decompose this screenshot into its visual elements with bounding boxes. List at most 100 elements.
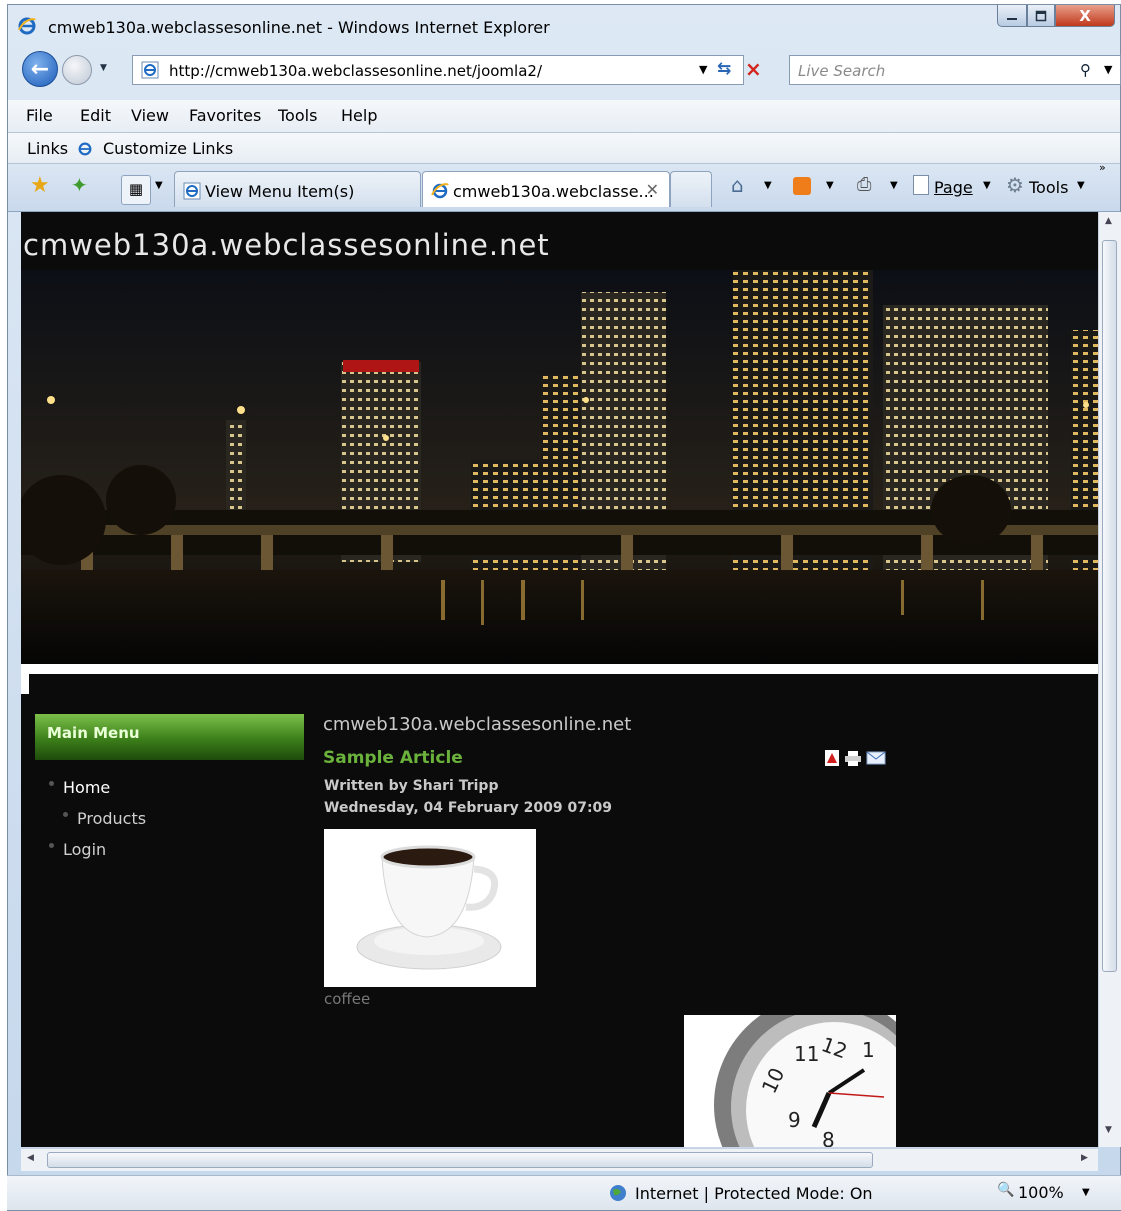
horizontal-scrollbar[interactable]: ◀ ▶ [21, 1148, 1098, 1171]
back-button[interactable]: ← [22, 51, 58, 87]
address-row: ← ▼ http://cmweb130a.webclassesonline.ne… [8, 45, 1121, 95]
menu-item-label[interactable]: Home [63, 778, 110, 797]
main-menu-header: Main Menu [35, 714, 304, 760]
menu-item-products[interactable]: Products [63, 809, 146, 828]
print-dropdown-icon[interactable]: ▼ [890, 180, 898, 191]
scroll-right-icon[interactable]: ▶ [1081, 1153, 1088, 1163]
add-favorites-icon[interactable]: ✦ [71, 173, 88, 197]
title-bar: cmweb130a.webclassesonline.net - Windows… [8, 5, 1120, 45]
menu-file[interactable]: File [26, 106, 53, 125]
tab-label[interactable]: View Menu Item(s) [205, 182, 354, 201]
tab-view-menu-items[interactable]: View Menu Item(s) [174, 171, 421, 207]
search-box[interactable]: Live Search ⚲ ▼ [789, 55, 1121, 85]
maximize-icon [1035, 10, 1047, 21]
main-menu-title: Main Menu [47, 724, 140, 742]
close-tab-icon[interactable]: ✕ [646, 180, 659, 199]
bullet-icon [63, 812, 68, 817]
tab-bar: ★ ✦ ▦ ▼ View Menu Item(s) cmweb130a.webc… [8, 161, 1120, 212]
tab-list-dropdown-icon[interactable]: ▼ [155, 180, 163, 191]
forward-button[interactable] [62, 55, 92, 85]
customize-links[interactable]: Customize Links [103, 139, 233, 158]
minimize-icon [1007, 17, 1017, 20]
globe-icon [610, 1185, 626, 1201]
scroll-down-icon[interactable]: ▼ [1105, 1125, 1112, 1135]
tools-menu-button[interactable]: Tools [1029, 178, 1068, 197]
home-icon[interactable]: ⌂ [731, 173, 744, 197]
tab-label[interactable]: cmweb130a.webclasse... [453, 182, 654, 201]
address-dropdown-icon[interactable]: ▼ [699, 63, 707, 76]
svg-text:11: 11 [794, 1042, 819, 1066]
scroll-left-icon[interactable]: ◀ [27, 1153, 34, 1163]
feeds-icon[interactable] [793, 177, 811, 195]
favorites-star-icon[interactable]: ★ [30, 173, 50, 198]
divider-corner [21, 674, 29, 694]
search-placeholder[interactable]: Live Search [798, 62, 885, 80]
address-url[interactable]: http://cmweb130a.webclassesonline.net/jo… [169, 62, 542, 80]
scroll-up-icon[interactable]: ▲ [1105, 216, 1112, 226]
tools-gear-icon: ⚙ [1006, 173, 1024, 197]
email-icon[interactable] [866, 750, 886, 766]
pdf-icon[interactable] [824, 750, 840, 766]
status-bar: Internet | Protected Mode: On 🔍 100% ▼ [7, 1175, 1121, 1210]
web-page: cmweb130a.webclassesonline.net Main Menu… [21, 212, 1098, 1147]
horizontal-scroll-thumb[interactable] [47, 1152, 873, 1168]
bullet-icon [49, 781, 54, 786]
minimize-button[interactable] [997, 5, 1027, 27]
image-caption: coffee [324, 990, 371, 1008]
menu-tools[interactable]: Tools [278, 106, 317, 125]
back-arrow-icon: ← [30, 56, 50, 82]
address-field[interactable]: http://cmweb130a.webclassesonline.net/jo… [132, 55, 762, 85]
new-tab-button[interactable] [670, 171, 712, 207]
chevron-more-icon[interactable]: » [1099, 161, 1106, 174]
menu-item-login[interactable]: Login [49, 840, 106, 859]
ie-link-icon [78, 142, 92, 156]
search-dropdown-icon[interactable]: ▼ [1104, 63, 1112, 76]
article-date: Wednesday, 04 February 2009 07:09 [324, 800, 613, 816]
tab-ie-icon [431, 183, 449, 199]
close-button[interactable]: X [1055, 5, 1115, 27]
menu-help[interactable]: Help [341, 106, 377, 125]
print-icon[interactable]: ⎙ [857, 174, 871, 195]
search-icon[interactable]: ⚲ [1080, 61, 1091, 79]
bullet-icon [49, 843, 54, 848]
article-actions [824, 750, 886, 766]
menu-view[interactable]: View [131, 106, 169, 125]
coffee-cup-image [324, 829, 536, 987]
tools-dropdown-icon[interactable]: ▼ [1077, 180, 1085, 191]
refresh-icon[interactable]: ⇆ [717, 59, 731, 79]
zoom-dropdown-icon[interactable]: ▼ [1082, 1187, 1090, 1198]
home-dropdown-icon[interactable]: ▼ [764, 180, 772, 191]
links-bar: Links Customize Links [8, 133, 1120, 164]
site-title: cmweb130a.webclassesonline.net [23, 228, 550, 262]
stop-icon[interactable]: × [745, 57, 762, 81]
page-menu-button[interactable]: Page [934, 178, 973, 197]
links-label[interactable]: Links [27, 139, 68, 158]
recent-pages-dropdown-icon[interactable]: ▼ [100, 63, 107, 73]
menu-item-label[interactable]: Login [63, 840, 106, 859]
svg-text:9: 9 [788, 1108, 801, 1132]
city-night-banner-image [21, 270, 1098, 665]
quick-tabs-icon[interactable]: ▦ [121, 175, 151, 205]
menu-item-home[interactable]: Home [49, 778, 110, 797]
vertical-scrollbar[interactable]: ▲ ▼ [1098, 212, 1121, 1147]
article-title[interactable]: Sample Article [323, 748, 463, 768]
menu-bar: File Edit View Favorites Tools Help [8, 100, 1120, 133]
page-ie-icon [141, 61, 159, 79]
menu-favorites[interactable]: Favorites [189, 106, 261, 125]
ie-icon [18, 17, 36, 35]
tab-cmweb130a[interactable]: cmweb130a.webclasse... ✕ [422, 171, 670, 207]
print-article-icon[interactable] [844, 750, 862, 766]
maximize-button[interactable] [1027, 5, 1055, 27]
feeds-dropdown-icon[interactable]: ▼ [826, 180, 834, 191]
menu-edit[interactable]: Edit [80, 106, 111, 125]
security-zone[interactable]: Internet | Protected Mode: On [635, 1184, 873, 1203]
zoom-level[interactable]: 100% [1018, 1183, 1064, 1202]
banner-divider [21, 664, 1098, 674]
content-site-heading: cmweb130a.webclassesonline.net [323, 714, 632, 735]
zoom-icon: 🔍 [997, 1182, 1015, 1198]
close-icon: X [1079, 6, 1091, 25]
page-dropdown-icon[interactable]: ▼ [983, 180, 991, 191]
vertical-scroll-thumb[interactable] [1102, 240, 1117, 972]
menu-item-label[interactable]: Products [77, 809, 146, 828]
article-author: Written by Shari Tripp [324, 778, 499, 794]
